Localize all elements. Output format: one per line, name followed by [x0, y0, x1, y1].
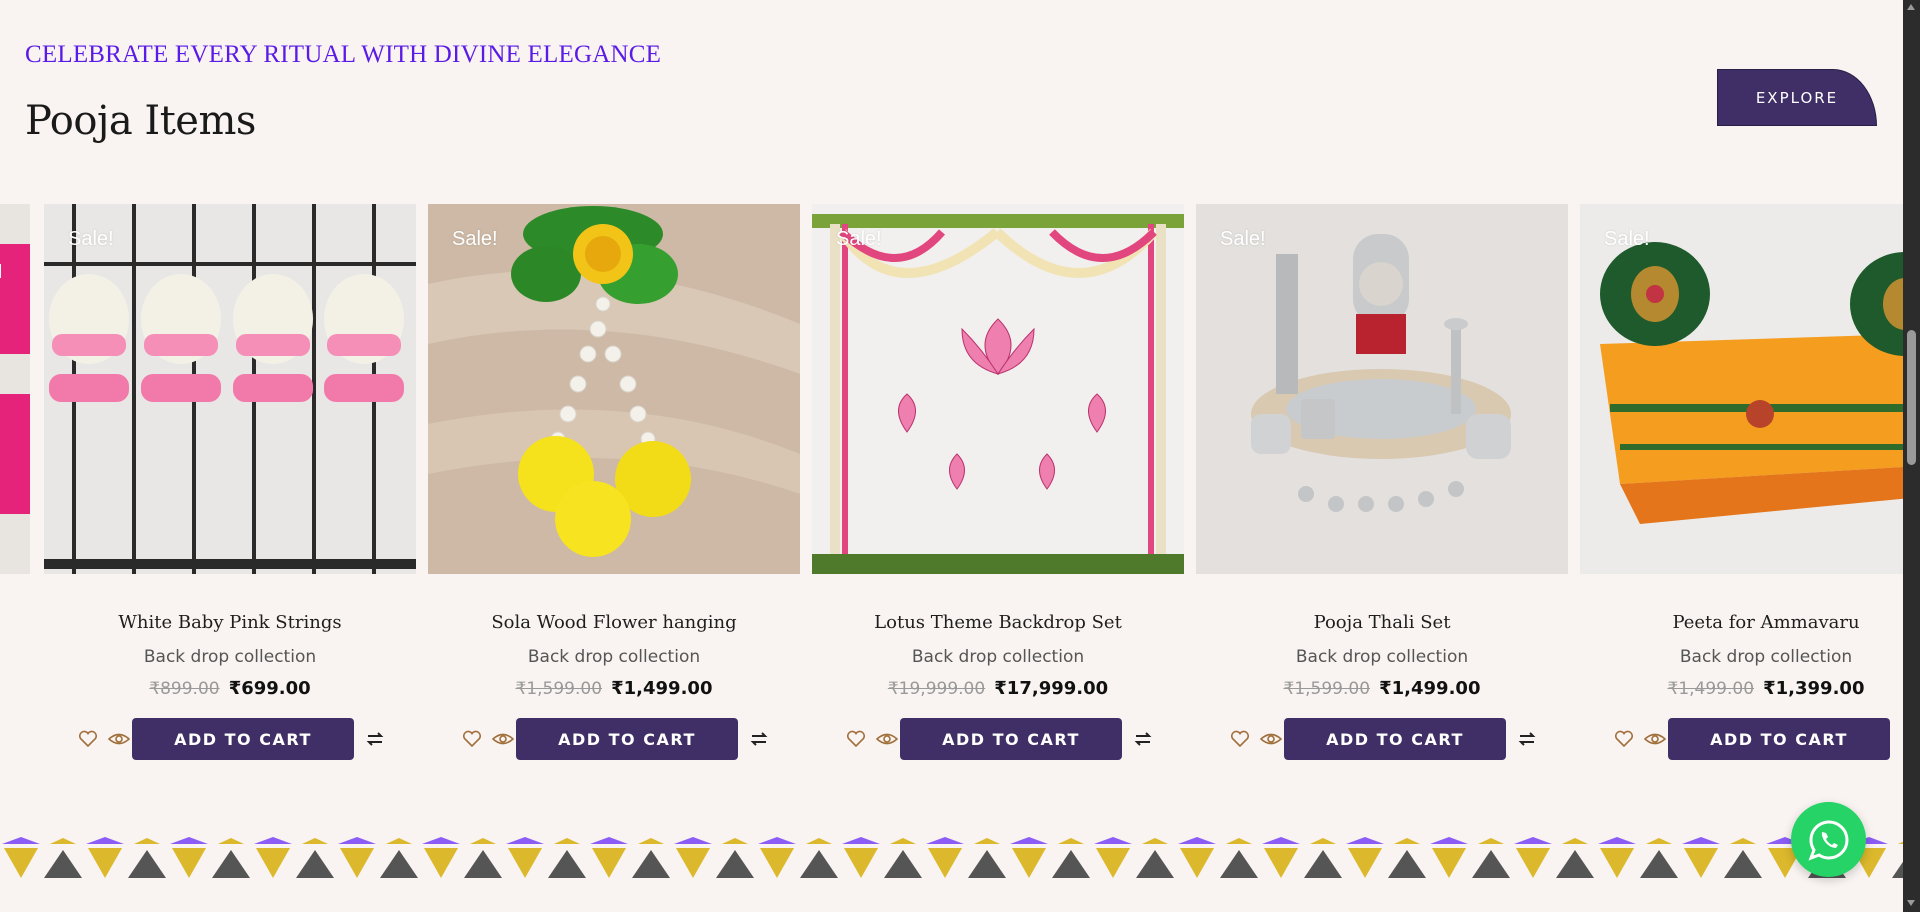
product-image[interactable]: Sale!	[1580, 204, 1903, 574]
sale-badge: Sale!	[68, 228, 114, 250]
sale-badge: Sale!	[1220, 228, 1266, 250]
section-tagline: CELEBRATE EVERY RITUAL WITH DIVINE ELEGA…	[25, 41, 662, 68]
original-price: ₹1,599.00	[1283, 679, 1371, 699]
product-card[interactable]: Sale! Sola Wood Flower hanging Back drop…	[428, 204, 800, 764]
compare-icon[interactable]	[748, 728, 770, 750]
sale-price: ₹1,499.00	[611, 678, 713, 699]
product-card[interactable]: Sale! Peeta for Ammavaru Back drop colle…	[1580, 204, 1903, 764]
add-to-cart-button[interactable]: ADD TO CART	[1668, 718, 1890, 760]
sale-badge: Sale!	[452, 228, 498, 250]
heart-icon[interactable]	[78, 730, 98, 748]
product-price: ₹1,499.00 ₹1,399.00	[1580, 678, 1903, 699]
eye-icon[interactable]	[1260, 730, 1282, 748]
eye-icon[interactable]	[1644, 730, 1666, 748]
add-to-cart-button[interactable]: ADD TO CART	[900, 718, 1122, 760]
product-image[interactable]: Sale!	[428, 204, 800, 574]
product-category[interactable]: Back drop collection	[1580, 647, 1903, 667]
original-price: ₹19,999.00	[887, 679, 986, 699]
scroll-up-arrow-icon[interactable]	[1907, 4, 1915, 10]
product-image[interactable]	[0, 204, 30, 574]
product-category[interactable]: Back drop collection	[1196, 647, 1568, 667]
sale-badge: Sale!	[1604, 228, 1650, 250]
sale-badge: Sale!	[836, 228, 882, 250]
product-card-partial[interactable]	[0, 204, 30, 764]
eye-icon[interactable]	[876, 730, 898, 748]
product-price: ₹1,599.00 ₹1,499.00	[428, 678, 800, 699]
product-actions: ADD TO CART	[1580, 718, 1903, 760]
add-to-cart-button[interactable]: ADD TO CART	[516, 718, 738, 760]
product-category[interactable]: Back drop collection	[44, 647, 416, 667]
sale-price: ₹17,999.00	[994, 678, 1109, 699]
decorative-triangle-border	[0, 836, 1903, 880]
product-actions: ADD TO CART	[812, 718, 1184, 760]
scroll-down-arrow-icon[interactable]	[1907, 900, 1915, 906]
heart-icon[interactable]	[846, 730, 866, 748]
product-actions: ADD TO CART	[44, 718, 416, 760]
product-name[interactable]: White Baby Pink Strings	[44, 612, 416, 633]
product-image[interactable]: Sale!	[812, 204, 1184, 574]
compare-icon[interactable]	[1132, 728, 1154, 750]
original-price: ₹1,499.00	[1667, 679, 1755, 699]
product-actions: ADD TO CART	[1196, 718, 1568, 760]
whatsapp-icon	[1807, 819, 1848, 861]
compare-icon[interactable]	[364, 728, 386, 750]
product-card[interactable]: Sale! Lotus Theme Backdrop Set Back drop…	[812, 204, 1184, 764]
product-name[interactable]: Sola Wood Flower hanging	[428, 612, 800, 633]
original-price: ₹899.00	[149, 679, 220, 699]
product-carousel[interactable]: Sale! White Baby Pink Strings Back drop …	[0, 204, 1903, 784]
product-name[interactable]: Pooja Thali Set	[1196, 612, 1568, 633]
page-title: Pooja Items	[25, 98, 256, 144]
sale-price: ₹1,499.00	[1379, 678, 1481, 699]
product-price: ₹19,999.00 ₹17,999.00	[812, 678, 1184, 699]
sale-price: ₹1,399.00	[1763, 678, 1865, 699]
product-image[interactable]: Sale!	[44, 204, 416, 574]
sale-price: ₹699.00	[228, 678, 311, 699]
original-price: ₹1,599.00	[515, 679, 603, 699]
product-name[interactable]: Lotus Theme Backdrop Set	[812, 612, 1184, 633]
product-card[interactable]: Sale! Pooja Thali Set Back drop collecti…	[1196, 204, 1568, 764]
product-price: ₹899.00 ₹699.00	[44, 678, 416, 699]
heart-icon[interactable]	[462, 730, 482, 748]
whatsapp-chat-button[interactable]	[1791, 802, 1866, 877]
product-card[interactable]: Sale! White Baby Pink Strings Back drop …	[44, 204, 416, 764]
product-actions: ADD TO CART	[428, 718, 800, 760]
page-scrollbar[interactable]	[1903, 0, 1920, 912]
product-name[interactable]: Peeta for Ammavaru	[1580, 612, 1903, 633]
heart-icon[interactable]	[1230, 730, 1250, 748]
eye-icon[interactable]	[108, 730, 130, 748]
product-image[interactable]: Sale!	[1196, 204, 1568, 574]
eye-icon[interactable]	[492, 730, 514, 748]
product-price: ₹1,599.00 ₹1,499.00	[1196, 678, 1568, 699]
product-category[interactable]: Back drop collection	[812, 647, 1184, 667]
scrollbar-thumb[interactable]	[1907, 330, 1916, 465]
add-to-cart-button[interactable]: ADD TO CART	[132, 718, 354, 760]
product-category[interactable]: Back drop collection	[428, 647, 800, 667]
heart-icon[interactable]	[1614, 730, 1634, 748]
compare-icon[interactable]	[1516, 728, 1538, 750]
explore-button[interactable]: EXPLORE	[1717, 69, 1877, 126]
add-to-cart-button[interactable]: ADD TO CART	[1284, 718, 1506, 760]
